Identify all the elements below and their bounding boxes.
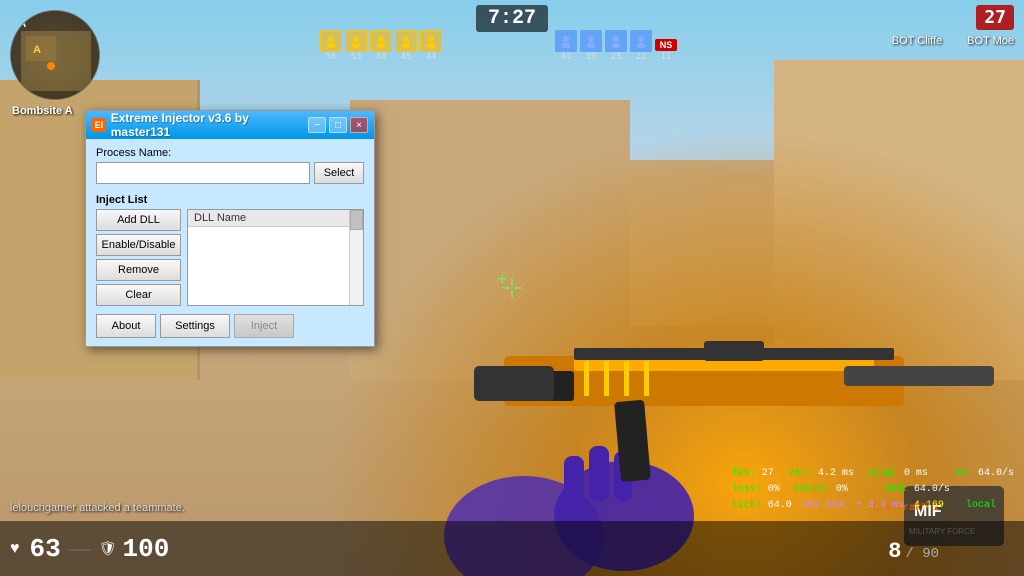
title-buttons: − □ ×	[308, 117, 368, 133]
t-player-3: 48	[370, 30, 392, 62]
t-player-2: 53	[345, 30, 367, 62]
window-title: Extreme Injector v3.6 by master131	[111, 111, 308, 139]
t-player-4: 45	[395, 30, 417, 62]
title-bar-left: EI Extreme Injector v3.6 by master131	[92, 111, 308, 139]
settings-button[interactable]: Settings	[160, 314, 230, 338]
loss-label: loss:	[732, 484, 762, 495]
restore-button[interactable]: □	[329, 117, 347, 133]
ammo-current: 8	[888, 539, 901, 564]
player-name-2: BOT Moe	[967, 35, 1014, 47]
add-dll-button[interactable]: Add DLL	[96, 209, 181, 231]
minimap: A A	[10, 10, 100, 100]
about-button[interactable]: About	[96, 314, 156, 338]
fps-val: 27	[762, 468, 774, 479]
var2-val: 4.169	[914, 500, 944, 511]
var-label: var:	[788, 468, 812, 479]
inject-buttons: Add DLL Enable/Disable Remove Clear	[96, 209, 181, 306]
cmd-val: 64.0/s	[914, 484, 950, 495]
t-player-5: 44	[420, 30, 442, 62]
process-input[interactable]	[96, 162, 310, 184]
process-row: Select	[96, 162, 364, 184]
armor-value: 100	[123, 534, 170, 564]
clear-button[interactable]: Clear	[96, 284, 181, 306]
scrollbar-thumb[interactable]	[350, 210, 363, 230]
dll-list-header: DLL Name	[188, 210, 363, 227]
ct-player-1: 44	[555, 30, 577, 62]
fps-label: fps:	[732, 468, 756, 479]
armor-icon: 🛡	[99, 540, 117, 557]
enable-disable-button[interactable]: Enable/Disable	[96, 234, 181, 256]
player-name-1: BOT Cliffe	[892, 35, 942, 47]
inject-list-row: Add DLL Enable/Disable Remove Clear DLL …	[96, 209, 364, 306]
select-button[interactable]: Select	[314, 162, 364, 184]
game-background: MIF MILITARY FORCE A A Bombsite A 7:27	[0, 0, 1024, 576]
ct-side-players: 44 39 23 22 NS 11	[555, 30, 677, 62]
process-name-label: Process Name:	[96, 147, 364, 159]
minimize-button[interactable]: −	[308, 117, 326, 133]
bottom-hud: ♥ 63 — 🛡 100	[0, 521, 1024, 576]
ping-label: ping:	[868, 468, 898, 479]
action-buttons: About Settings Inject	[96, 314, 364, 338]
close-button[interactable]: ×	[350, 117, 368, 133]
bombsite-label: Bombsite A	[12, 105, 73, 117]
up-val: 64.0/s	[978, 468, 1014, 479]
title-bar[interactable]: EI Extreme Injector v3.6 by master131 − …	[86, 111, 374, 139]
chat-area: lelouchgamer attacked a teammate.	[10, 502, 185, 514]
pos-val: 362.364, + 3.4 ms	[802, 500, 904, 511]
player-names-right: BOT Cliffe BOT Moe	[892, 35, 1014, 47]
ct-player-5: NS 11	[655, 39, 677, 62]
ct-player-2: 39	[580, 30, 602, 62]
ammo-display: 8 / 90	[888, 539, 939, 564]
dll-list: DLL Name	[187, 209, 364, 306]
tick-val: 64.0	[768, 500, 792, 511]
inject-button[interactable]: Inject	[234, 314, 294, 338]
svg-text:A: A	[33, 44, 41, 56]
window-body: Process Name: Select Inject List Add DLL…	[86, 139, 374, 346]
health-display: ♥ 63	[10, 534, 61, 564]
armor-display: 🛡 100	[99, 534, 170, 564]
inject-list-label: Inject List	[96, 194, 364, 206]
choke-val: 0%	[836, 484, 848, 495]
up-label: up:	[954, 468, 972, 479]
remove-button[interactable]: Remove	[96, 259, 181, 281]
crosshair	[502, 278, 522, 298]
health-icon: ♥	[10, 540, 20, 558]
health-value: 63	[30, 534, 61, 564]
ct-player-3: 23	[605, 30, 627, 62]
t-side-players: 56 53 48 45 44	[320, 30, 442, 62]
choke-label: choke:	[794, 484, 830, 495]
ammo-reserve: / 90	[905, 546, 939, 562]
loss-val: 0%	[768, 484, 780, 495]
local-label: local	[966, 500, 996, 511]
health-armor-sep: —	[69, 536, 91, 562]
tick-label: tick:	[732, 500, 762, 511]
dll-scrollbar[interactable]	[349, 210, 363, 305]
net-stats: fps: 27 var: 4.2 ms ping: 0 ms up: 64.0/…	[732, 466, 1014, 514]
injector-window: EI Extreme Injector v3.6 by master131 − …	[85, 110, 375, 347]
t-player-1: 56	[320, 30, 342, 62]
ping-val: 0 ms	[904, 468, 928, 479]
app-icon: EI	[92, 118, 106, 132]
game-timer: 7:27	[476, 5, 548, 32]
cmd-label: cmd:	[884, 484, 908, 495]
ct-player-4: 22	[630, 30, 652, 62]
score-red: 27	[976, 5, 1014, 30]
var-val: 4.2 ms	[818, 468, 854, 479]
